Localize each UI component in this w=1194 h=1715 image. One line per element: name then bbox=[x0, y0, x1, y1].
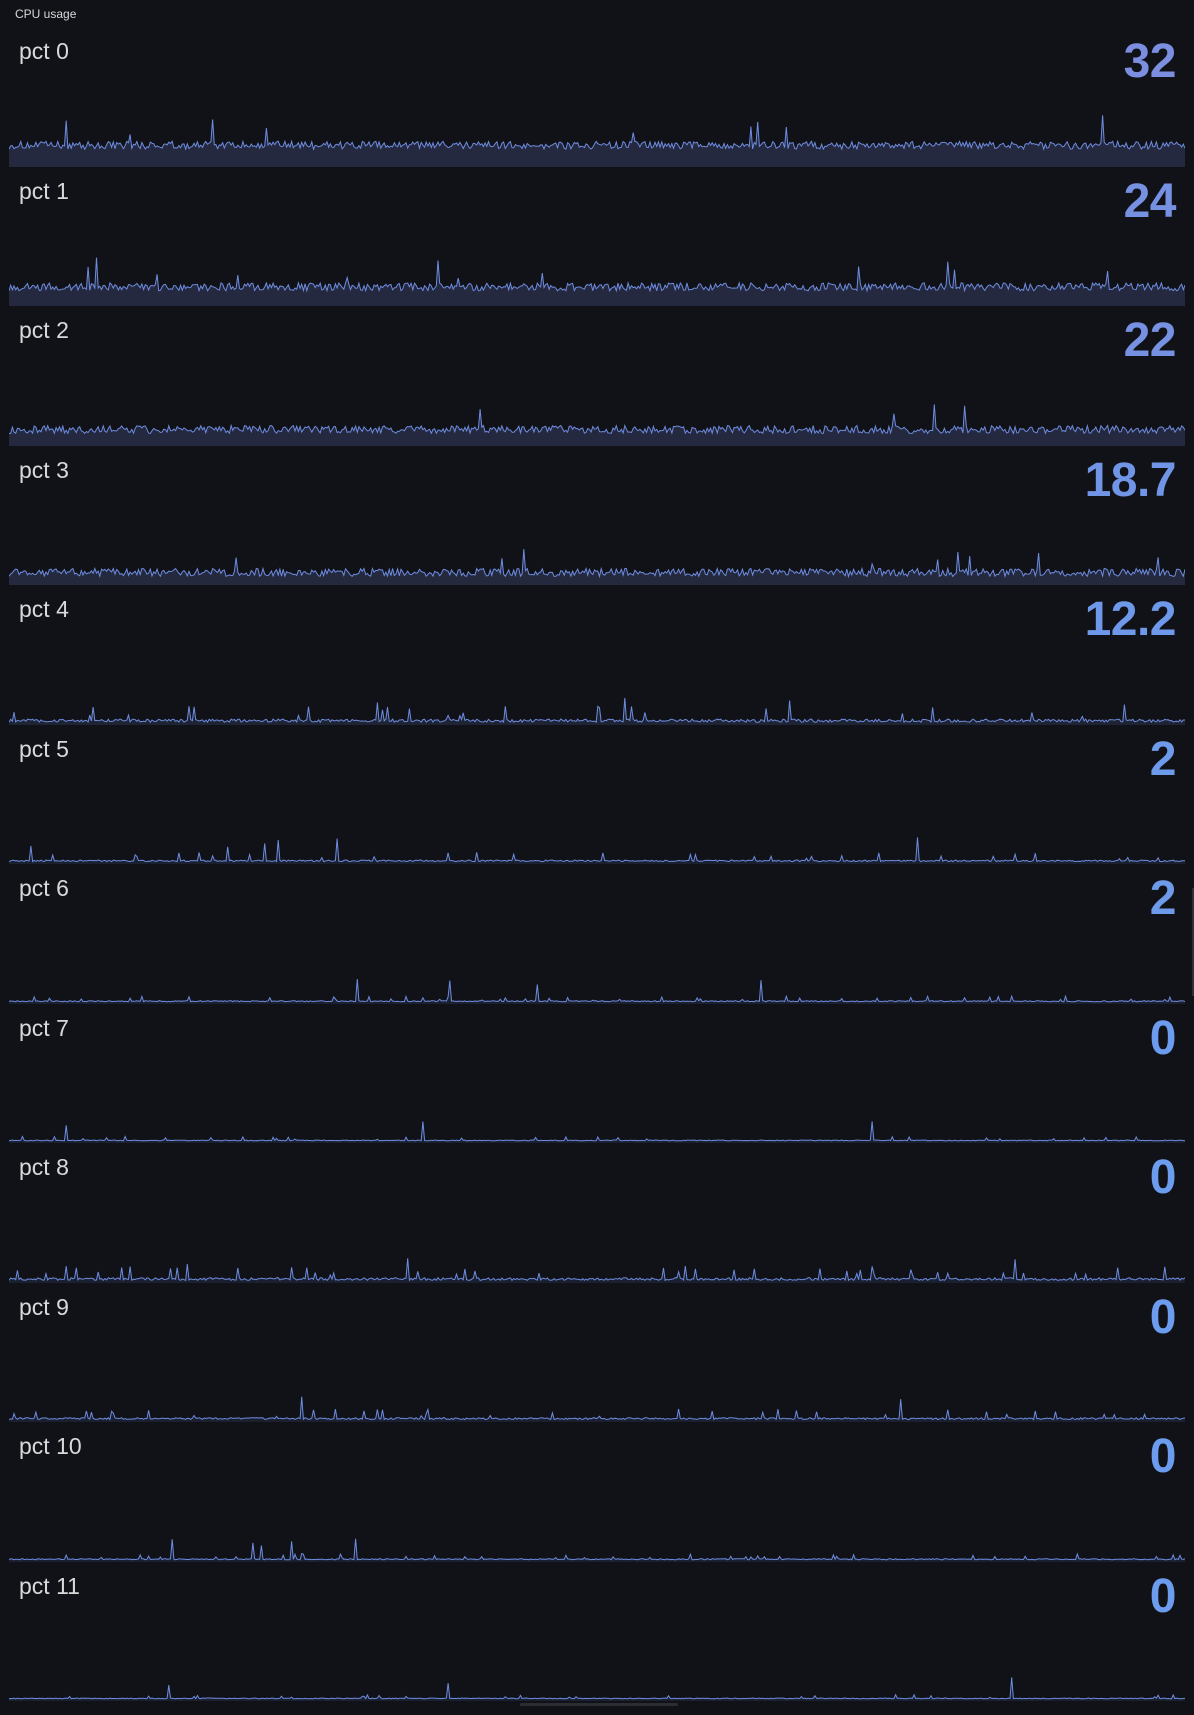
stat-row: pct 11 0 bbox=[0, 1562, 1194, 1701]
stat-row: pct 9 0 bbox=[0, 1283, 1194, 1422]
row-label: pct 7 bbox=[19, 1014, 69, 1041]
row-value: 0 bbox=[1149, 1011, 1177, 1065]
sparkline-line bbox=[9, 1121, 1185, 1142]
stat-row: pct 7 0 bbox=[0, 1004, 1194, 1143]
row-value: 18.7 bbox=[1084, 453, 1177, 507]
sparkline-area bbox=[9, 403, 1185, 446]
sparkline bbox=[9, 837, 1185, 864]
stat-row: pct 1 24 bbox=[0, 167, 1194, 306]
sparkline-line bbox=[9, 978, 1185, 1002]
row-label: pct 4 bbox=[19, 596, 69, 622]
row-label: pct 5 bbox=[19, 735, 69, 762]
row-value: 0 bbox=[1149, 1290, 1177, 1344]
row-label: pct 2 bbox=[19, 317, 69, 343]
sparkline bbox=[9, 1538, 1185, 1562]
sparkline bbox=[9, 403, 1185, 446]
sparkline bbox=[9, 697, 1185, 725]
row-value: 22 bbox=[1123, 314, 1177, 367]
row-value: 0 bbox=[1149, 1430, 1177, 1483]
sparkline bbox=[9, 549, 1185, 585]
stat-row: pct 0 32 bbox=[0, 27, 1194, 167]
panel-title: CPU usage bbox=[15, 7, 77, 21]
sparkline-area bbox=[9, 257, 1185, 306]
sparkline-area bbox=[9, 1677, 1185, 1701]
resize-handle[interactable] bbox=[520, 1703, 678, 1706]
sparkline-line bbox=[9, 1396, 1185, 1421]
stat-row: pct 6 2 bbox=[0, 864, 1194, 1004]
sparkline bbox=[9, 1121, 1185, 1143]
sparkline-line bbox=[9, 697, 1185, 723]
row-label: pct 9 bbox=[19, 1293, 69, 1320]
sparkline-line bbox=[9, 837, 1185, 863]
sparkline-area bbox=[9, 549, 1185, 585]
sparkline bbox=[9, 1396, 1185, 1422]
stat-row: pct 8 0 bbox=[0, 1143, 1194, 1283]
sparkline bbox=[9, 257, 1185, 306]
row-label: pct 0 bbox=[19, 38, 69, 64]
stat-row: pct 5 2 bbox=[0, 725, 1194, 864]
sparkline-line bbox=[9, 1677, 1185, 1700]
row-value: 2 bbox=[1149, 872, 1177, 925]
row-value: 12.2 bbox=[1084, 593, 1177, 646]
sparkline-area bbox=[9, 837, 1185, 864]
sparkline-area bbox=[9, 978, 1185, 1004]
row-value: 0 bbox=[1149, 1151, 1177, 1204]
cpu-usage-panel: CPU usage pct 0 32 pct 1 24 pct 2 22 pct 3 18.7… bbox=[0, 0, 1194, 1715]
stat-row: pct 10 0 bbox=[0, 1422, 1194, 1562]
row-label: pct 6 bbox=[19, 875, 69, 901]
sparkline bbox=[9, 114, 1185, 167]
row-value: 2 bbox=[1149, 732, 1177, 786]
row-value: 0 bbox=[1149, 1569, 1177, 1623]
row-value: 32 bbox=[1123, 35, 1177, 88]
sparkline-area bbox=[9, 1538, 1185, 1562]
sparkline bbox=[9, 978, 1185, 1004]
stat-row: pct 2 22 bbox=[0, 306, 1194, 446]
stat-row: pct 3 18.7 bbox=[0, 446, 1194, 585]
row-label: pct 8 bbox=[19, 1154, 69, 1180]
sparkline-line bbox=[9, 1257, 1185, 1281]
row-label: pct 11 bbox=[19, 1572, 80, 1599]
row-label: pct 10 bbox=[19, 1433, 82, 1459]
row-label: pct 1 bbox=[19, 177, 69, 204]
sparkline bbox=[9, 1677, 1185, 1701]
stat-rows: pct 0 32 pct 1 24 pct 2 22 pct 3 18.7 pct 4 12.2 p… bbox=[0, 27, 1194, 1701]
sparkline-line bbox=[9, 257, 1185, 293]
stat-row: pct 4 12.2 bbox=[0, 585, 1194, 725]
row-label: pct 3 bbox=[19, 456, 69, 483]
sparkline-line bbox=[9, 1538, 1185, 1560]
sparkline-area bbox=[9, 114, 1185, 167]
row-value: 24 bbox=[1123, 174, 1177, 228]
sparkline bbox=[9, 1257, 1185, 1283]
